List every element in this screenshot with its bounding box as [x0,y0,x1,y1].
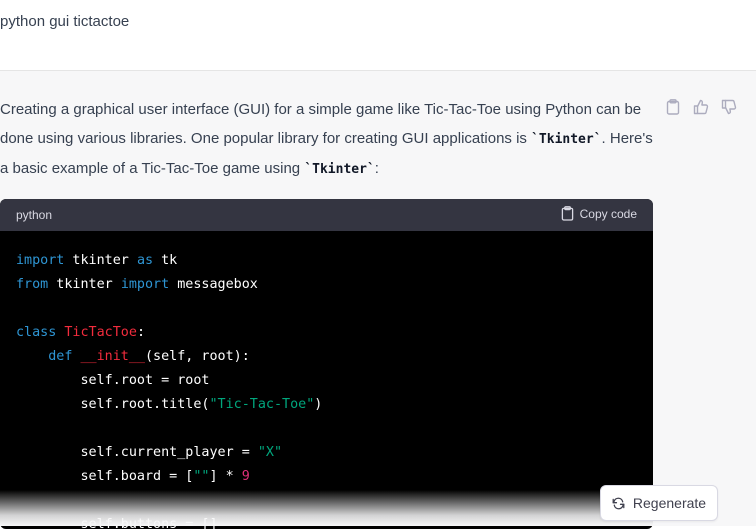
code-token: def [48,349,73,364]
regenerate-label: Regenerate [632,495,707,511]
code-line: self.board = [""] * 9 [16,465,637,489]
thumbs-down-icon[interactable] [720,98,738,116]
code-token: import [120,277,170,292]
code-line: self.buttons = [] [16,513,637,529]
code-token: TicTacToe [64,325,137,340]
assistant-message: Creating a graphical user interface (GUI… [0,71,756,529]
code-token: ) [314,397,323,412]
code-token: self.root = root [16,373,210,388]
code-token: messagebox [169,277,258,292]
clipboard-icon [561,206,573,221]
code-block-header: python Copy code [0,199,653,231]
assistant-intro-paragraph: Creating a graphical user interface (GUI… [0,95,660,184]
code-token: self.board = [ [16,469,194,484]
code-line: class TicTacToe: [16,321,637,345]
user-message: python gui tictactoe [0,0,756,71]
code-token: ] * [209,469,242,484]
code-language-label: python [16,208,53,222]
code-line: self.root = root [16,369,637,393]
code-token: as [136,253,154,268]
code-line: from tkinter import messagebox [16,273,637,297]
regenerate-button[interactable]: Regenerate [600,485,718,521]
code-token: tkinter [48,277,121,292]
code-block: python Copy code import tkinter as tk fro… [0,199,653,529]
code-token: __init__ [80,349,146,364]
copy-code-button[interactable]: Copy code [561,206,637,221]
code-token: tkinter [64,253,137,268]
code-token: class [16,325,57,340]
code-line: def __init__(self, root): [16,345,637,369]
code-line: self.root.title("Tic-Tac-Toe") [16,393,637,417]
clipboard-icon[interactable] [664,98,682,116]
inline-code-tkinter-2: `Tkinter` [304,162,375,177]
code-token: tk [153,253,178,268]
code-token: "X" [257,445,283,460]
code-token: "" [193,469,210,484]
message-actions [664,98,744,116]
refresh-icon [612,497,625,509]
inline-code-tkinter: `Tkinter` [531,132,602,147]
code-token: self.root.title( [16,397,210,412]
code-token: from [16,277,49,292]
code-token: "Tic-Tac-Toe" [209,397,315,412]
code-line: import tkinter as tk [16,249,637,273]
code-token: import [16,253,65,268]
code-token: self.current_player = [16,445,258,460]
code-token: : [136,325,145,340]
user-prompt-text: python gui tictactoe [0,13,130,30]
intro-text-3: : [374,160,379,177]
copy-code-label: Copy code [579,206,637,221]
code-token: (self, root): [145,349,250,364]
code-token: 9 [241,469,250,484]
thumbs-up-icon[interactable] [692,98,710,116]
code-content: import tkinter as tk from tkinter import … [0,231,653,529]
code-token: self.buttons = [] [16,517,218,529]
code-line: self.current_player = "X" [16,441,637,465]
